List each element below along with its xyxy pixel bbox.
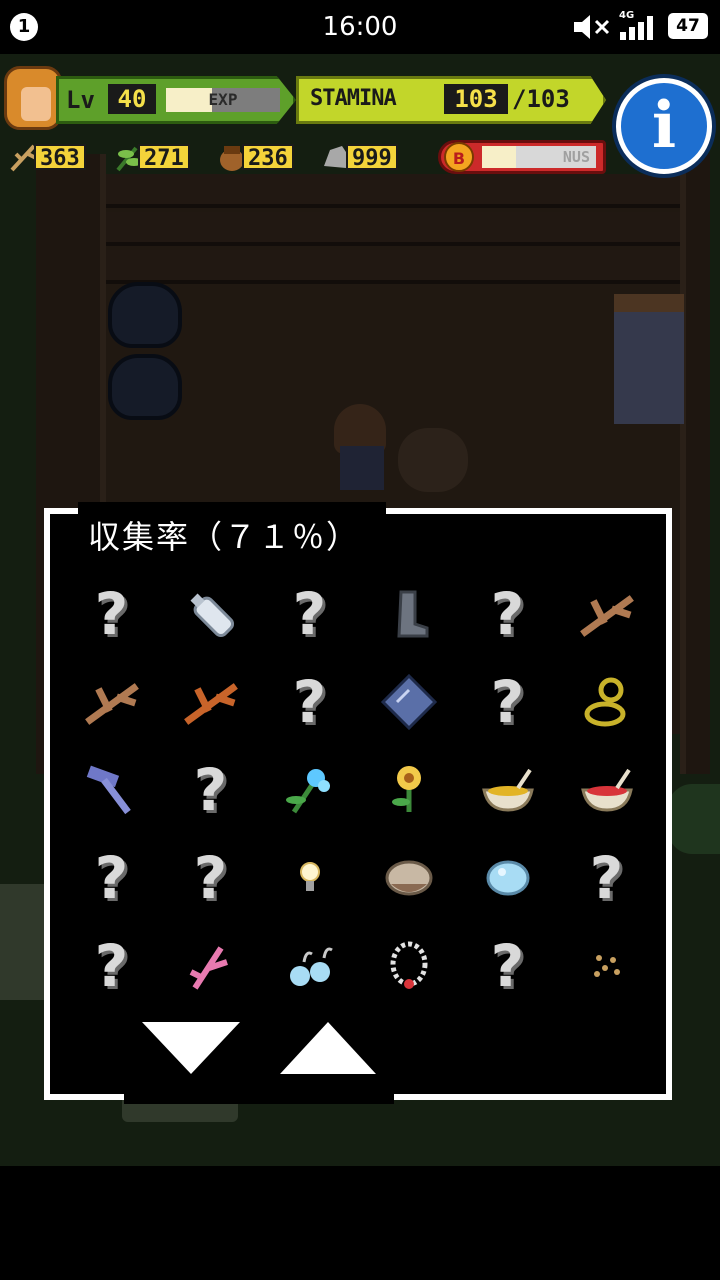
bottom-letterbox [0,1166,720,1280]
level-label: Lv [66,86,95,114]
collection-slot[interactable] [260,834,359,922]
collection-slot[interactable] [62,746,161,834]
collection-slot[interactable] [359,746,458,834]
resource-value: 999 [346,144,398,171]
collection-grid: ??????????? [62,570,656,1010]
info-button[interactable]: i [616,78,712,174]
unknown-item-icon: ? [94,580,129,648]
collection-slot[interactable]: ? [62,922,161,1010]
collection-slot[interactable] [260,746,359,834]
resource-value: 271 [138,144,190,171]
exp-label: EXP [208,90,238,109]
mirror-icon [380,673,437,731]
collection-slot[interactable]: ? [458,570,557,658]
collection-slot[interactable] [557,746,656,834]
panel-bottom-gap [124,1090,394,1104]
page-down-arrow[interactable] [142,1022,240,1074]
unknown-item-icon: ? [94,844,129,912]
clock: 16:00 [322,12,398,42]
unknown-item-icon: ? [94,932,129,1000]
unknown-item-icon: ? [589,844,624,912]
collection-slot[interactable] [359,834,458,922]
stamina-max: /103 [512,85,570,113]
twig-icon [84,683,139,725]
collection-slot[interactable] [260,922,359,1010]
collection-slot[interactable] [161,570,260,658]
unknown-item-icon: ? [490,580,525,648]
bowl-yellow-icon [481,768,534,812]
pearl-icon [486,860,529,896]
bonus-gauge: NUS [482,146,596,168]
collection-slot[interactable]: ? [161,834,260,922]
collection-slot[interactable] [359,658,458,746]
stamina-current: 103 [444,84,508,114]
collection-slot[interactable] [62,658,161,746]
pink-twig-icon [189,946,228,990]
light-bulb-icon [299,862,320,891]
page-up-arrow[interactable] [280,1022,376,1074]
collection-slot[interactable]: ? [260,570,359,658]
collection-slot[interactable] [557,570,656,658]
collection-slot[interactable] [161,658,260,746]
collection-slot[interactable]: ? [62,834,161,922]
level-value: 40 [108,84,156,114]
bonus-label: NUS [562,148,590,166]
twig-orange-icon [183,683,238,725]
blue-flower-icon [285,769,330,814]
collection-slot[interactable]: ? [161,746,260,834]
stamina-label: STAMINA [310,86,397,111]
hammer-icon [86,765,131,815]
collection-slot[interactable] [557,658,656,746]
unknown-item-icon: ? [292,580,327,648]
unknown-item-icon: ? [292,668,327,736]
collection-slot[interactable]: ? [62,570,161,658]
info-icon: i [651,88,677,163]
mute-icon [574,15,610,39]
collection-slot[interactable] [458,746,557,834]
seeds-icon [593,955,620,977]
rope-icon [584,677,625,727]
collection-slot[interactable]: ? [260,658,359,746]
shell-icon [385,860,432,896]
collection-rate-title: 収集率（７１％） [88,518,361,556]
collection-slot[interactable] [557,922,656,1010]
collection-slot[interactable] [458,834,557,922]
collection-slot[interactable]: ? [458,922,557,1010]
battery-level: 47 [668,13,708,39]
collection-slot[interactable] [161,922,260,1010]
collection-slot[interactable]: ? [557,834,656,922]
bowl-red-icon [580,768,633,812]
necklace-icon [390,941,427,989]
unknown-item-icon: ? [490,932,525,1000]
earrings-icon [289,947,333,986]
unknown-item-icon: ? [193,756,228,824]
resource-value: 236 [242,144,294,171]
collection-slot[interactable] [359,922,458,1010]
resource-value: 363 [34,144,86,171]
avatar-face [21,87,51,121]
twig-icon [579,595,634,637]
collection-slot[interactable]: ? [458,658,557,746]
signal-icon [620,16,653,40]
exp-bar: EXP [166,88,280,112]
status-bar: 1 16:00 4G 47 [0,0,720,54]
unknown-item-icon: ? [193,844,228,912]
player-avatar[interactable] [4,66,62,130]
collection-slot[interactable] [359,570,458,658]
boot-icon [396,590,428,638]
bonus-coin-icon: B [444,142,474,172]
yellow-flower-icon [391,766,421,812]
unknown-item-icon: ? [490,668,525,736]
bottle-icon [189,593,234,638]
